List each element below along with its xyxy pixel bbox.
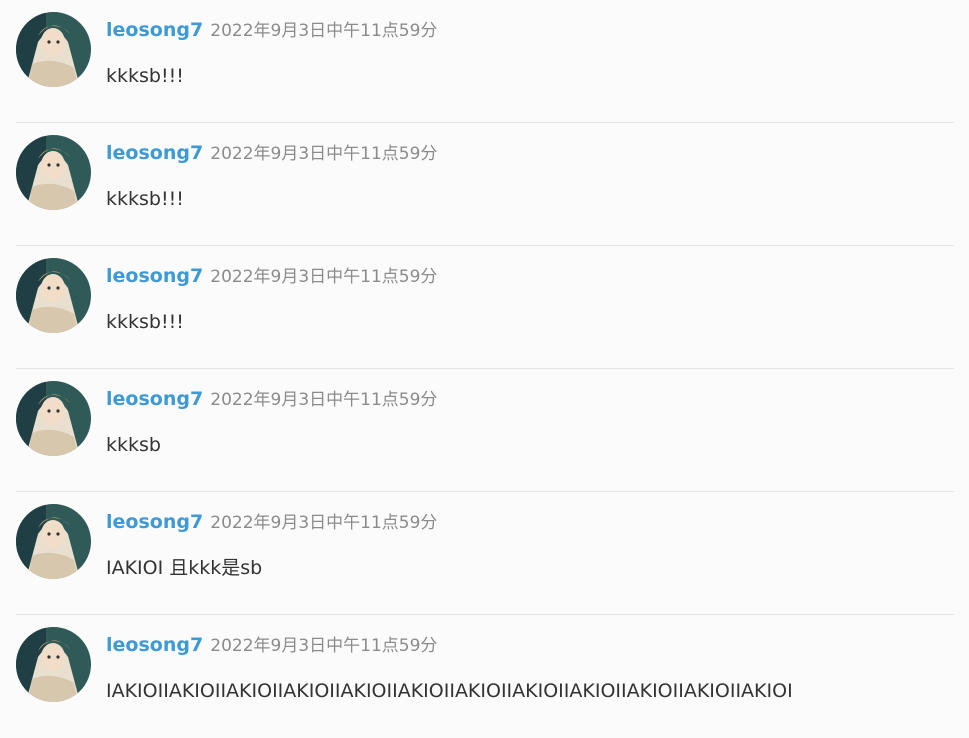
avatar[interactable] (16, 504, 91, 579)
author-link[interactable]: leosong7 (106, 511, 203, 533)
author-link[interactable]: leosong7 (106, 388, 203, 410)
comment-meta: leosong7 2022年9月3日中午11点59分 (106, 509, 437, 536)
comment-item: leosong7 2022年9月3日中午11点59分 IAKIOI 且kkk是s… (16, 492, 954, 615)
comment-meta: leosong7 2022年9月3日中午11点59分 (106, 140, 437, 167)
comment-feed: leosong7 2022年9月3日中午11点59分 kkksb!!! leos… (0, 0, 969, 723)
comment-meta: leosong7 2022年9月3日中午11点59分 (106, 386, 437, 413)
avatar-image (16, 504, 91, 579)
comment-text: kkksb (106, 434, 161, 456)
timestamp: 2022年9月3日中午11点59分 (210, 21, 438, 41)
avatar[interactable] (16, 258, 91, 333)
timestamp: 2022年9月3日中午11点59分 (210, 390, 438, 410)
comment-meta: leosong7 2022年9月3日中午11点59分 (106, 632, 437, 659)
avatar-image (16, 627, 91, 702)
timestamp: 2022年9月3日中午11点59分 (210, 513, 438, 533)
comment-item: leosong7 2022年9月3日中午11点59分 kkksb (16, 369, 954, 492)
comment-text: kkksb!!! (106, 65, 184, 87)
avatar-image (16, 258, 91, 333)
comment-text: kkksb!!! (106, 188, 184, 210)
comment-text: kkksb!!! (106, 311, 184, 333)
comment-text: IAKIOI 且kkk是sb (106, 557, 263, 579)
author-link[interactable]: leosong7 (106, 142, 203, 164)
avatar-image (16, 135, 91, 210)
comment-meta: leosong7 2022年9月3日中午11点59分 (106, 17, 437, 44)
avatar[interactable] (16, 627, 91, 702)
timestamp: 2022年9月3日中午11点59分 (210, 636, 438, 656)
comment-item: leosong7 2022年9月3日中午11点59分 kkksb!!! (16, 0, 954, 123)
timestamp: 2022年9月3日中午11点59分 (210, 144, 438, 164)
avatar[interactable] (16, 12, 91, 87)
avatar[interactable] (16, 135, 91, 210)
author-link[interactable]: leosong7 (106, 265, 203, 287)
comment-text: IAKIOIIAKIOIIAKIOIIAKIOIIAKIOIIAKIOIIAKI… (106, 680, 793, 702)
avatar-image (16, 381, 91, 456)
author-link[interactable]: leosong7 (106, 19, 203, 41)
avatar[interactable] (16, 381, 91, 456)
avatar-image (16, 12, 91, 87)
comment-item: leosong7 2022年9月3日中午11点59分 kkksb!!! (16, 246, 954, 369)
timestamp: 2022年9月3日中午11点59分 (210, 267, 438, 287)
comment-meta: leosong7 2022年9月3日中午11点59分 (106, 263, 437, 290)
comment-item: leosong7 2022年9月3日中午11点59分 kkksb!!! (16, 123, 954, 246)
author-link[interactable]: leosong7 (106, 634, 203, 656)
comment-item: leosong7 2022年9月3日中午11点59分 IAKIOIIAKIOII… (16, 615, 954, 738)
